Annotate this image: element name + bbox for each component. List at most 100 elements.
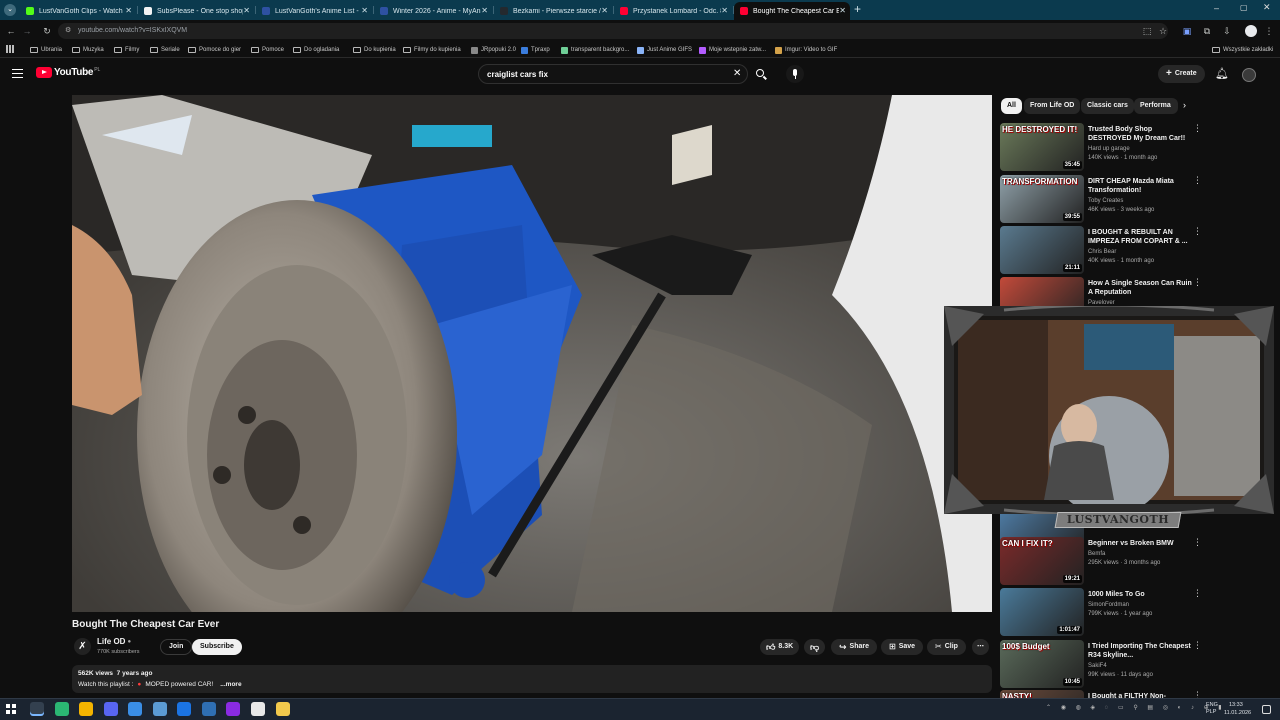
recommended-channel[interactable]: Hard up garage — [1088, 146, 1130, 152]
explorer-app-icon[interactable] — [276, 702, 290, 716]
recommended-title[interactable]: Beginner vs Broken BMW — [1088, 539, 1192, 548]
back-arrow-icon[interactable]: ← — [4, 24, 18, 38]
recommended-title[interactable]: Trusted Body Shop DESTROYED My Dream Car… — [1088, 125, 1192, 143]
tab-close-icon[interactable]: ✕ — [601, 6, 608, 15]
bookmark-item[interactable]: Filmy do kupienia — [403, 44, 461, 56]
chips-next-arrow-icon[interactable]: › — [1183, 100, 1186, 110]
tab-search-button[interactable]: ⌄ — [4, 4, 16, 16]
voice-search-button[interactable] — [786, 65, 804, 83]
browser-tab[interactable]: Bezkami - Pierwsze starcie / Th✕ — [494, 2, 612, 20]
address-bar[interactable]: ⚙ youtube.com/watch?v=ISKxIXQVM — [58, 23, 1168, 39]
bookmark-item[interactable]: Moje wstepnie zatw... — [699, 44, 766, 56]
filter-chip[interactable]: Performa — [1134, 98, 1178, 114]
more-vertical-icon[interactable]: ⋮ — [1193, 123, 1202, 134]
windows-start-icon[interactable] — [6, 704, 16, 714]
video-player[interactable] — [72, 95, 992, 612]
video-thumbnail[interactable]: HE DESTROYED IT! 35:45 — [1000, 123, 1084, 171]
share-button[interactable]: ↪ Share — [831, 639, 878, 655]
profile-avatar[interactable] — [1245, 25, 1257, 37]
video-thumbnail[interactable]: 21:11 — [1000, 226, 1084, 274]
subscribe-button[interactable]: Subscribe — [192, 639, 242, 655]
more-vertical-icon[interactable]: ⋮ — [1193, 588, 1202, 599]
browser-tab[interactable]: Przystanek Lombard - Odc. 87 ✕ — [614, 2, 732, 20]
like-button[interactable]: 👍︎ 8.3K — [760, 639, 800, 655]
clear-search-icon[interactable]: ✕ — [733, 68, 741, 79]
recommended-video[interactable]: TRANSFORMATION 39:55 DIRT CHEAP Mazda Miat… — [1000, 175, 1270, 223]
chrome-app-icon[interactable] — [30, 702, 44, 716]
recommended-video[interactable]: HE DESTROYED IT! 35:45 Trusted Body Shop D… — [1000, 123, 1270, 171]
filter-chip[interactable]: All — [1001, 98, 1022, 114]
downloads-icon[interactable]: ⇩ — [1220, 24, 1234, 38]
more-vertical-icon[interactable]: ⋮ — [1193, 690, 1202, 698]
recommended-video[interactable]: NASTY!I Bought a FILTHY Non-Running⋮ — [1000, 690, 1270, 698]
filter-chip[interactable]: From Life OD — [1024, 98, 1081, 114]
more-vertical-icon[interactable]: ⋮ — [1193, 640, 1202, 651]
recommended-title[interactable]: DIRT CHEAP Mazda Miata Transformation! — [1088, 177, 1192, 195]
bookmark-item[interactable]: Ubrania — [30, 44, 62, 56]
more-vertical-icon[interactable]: ⋮ — [1193, 226, 1202, 237]
join-button[interactable]: Join — [160, 639, 193, 655]
recommended-channel[interactable]: Chris Bear — [1088, 249, 1116, 255]
github-app-icon[interactable] — [251, 702, 265, 716]
tab-close-icon[interactable]: ✕ — [721, 6, 728, 15]
bookmark-item[interactable]: Pomoce do gier — [188, 44, 241, 56]
more-vertical-icon[interactable]: ⋮ — [1193, 277, 1202, 288]
maximize-button[interactable]: ▢ — [1240, 3, 1248, 12]
discord-app-icon[interactable] — [104, 702, 118, 716]
recommended-channel[interactable]: Toby Creates — [1088, 198, 1123, 204]
recommended-channel[interactable]: SimonFordman — [1088, 602, 1129, 608]
notifications-bell-icon[interactable]: 🔔︎ — [1215, 67, 1229, 80]
extension-icon[interactable]: ▣ — [1180, 24, 1194, 38]
video-thumbnail[interactable]: TRANSFORMATION 39:55 — [1000, 175, 1084, 223]
steam-app-icon[interactable] — [177, 702, 191, 716]
dislike-button[interactable]: 👎︎ — [804, 639, 826, 655]
reload-icon[interactable]: ↻ — [40, 24, 54, 38]
keyboard-language[interactable]: ENG PLP — [1206, 702, 1218, 716]
more-actions-button[interactable]: ⋯ — [972, 639, 989, 655]
apps-grid-icon[interactable] — [6, 45, 14, 53]
recommended-channel[interactable]: Bemfa — [1088, 551, 1105, 557]
store-app-icon[interactable] — [128, 702, 142, 716]
bookmark-item[interactable]: Just Anime GIFS — [637, 44, 692, 56]
tab-close-icon[interactable]: ✕ — [839, 6, 846, 15]
bookmark-item[interactable]: Muzyka — [72, 44, 104, 56]
save-button[interactable]: ⊞ Save — [881, 639, 924, 655]
browser-tab[interactable]: LustVanGoth Clips - Watch Live✕ — [20, 2, 136, 20]
bookmark-item[interactable]: Do ogladania — [293, 44, 339, 56]
all-bookmarks-folder[interactable]: Wszystkie zakładki — [1212, 44, 1273, 56]
more-vertical-icon[interactable]: ⋮ — [1193, 175, 1202, 186]
forward-arrow-icon[interactable]: → — [20, 24, 34, 38]
video-thumbnail[interactable]: NASTY! — [1000, 690, 1084, 698]
recommended-channel[interactable]: SakiF4 — [1088, 663, 1107, 669]
recommended-title[interactable]: 1000 Miles To Go — [1088, 590, 1192, 599]
search-input[interactable]: craiglist cars fix — [478, 64, 748, 84]
bookmark-item[interactable]: Tpraxp — [521, 44, 550, 56]
hamburger-menu-icon[interactable] — [12, 69, 23, 78]
browser-tab[interactable]: SubsPlease - One stop shop fo✕ — [138, 2, 254, 20]
notification-icon[interactable] — [1262, 705, 1271, 714]
close-window-button[interactable]: ✕ — [1263, 2, 1271, 13]
clock-date[interactable]: 11.01.2026 — [1224, 710, 1251, 716]
account-avatar[interactable] — [1242, 68, 1256, 82]
recommended-video[interactable]: 21:11 I BOUGHT & REBUILT AN IMPREZA FROM … — [1000, 226, 1270, 274]
bookmark-item[interactable]: Imgur: Video to GIF — [775, 44, 837, 56]
extensions-puzzle-icon[interactable]: ⧉ — [1200, 24, 1214, 38]
edge-app-icon[interactable] — [153, 702, 167, 716]
bookmark-item[interactable]: Seriale — [150, 44, 180, 56]
bookmark-item[interactable]: Do kupienia — [353, 44, 396, 56]
new-tab-button[interactable]: + — [854, 2, 861, 16]
tab-close-icon[interactable]: ✕ — [361, 6, 368, 15]
description-box[interactable] — [72, 665, 992, 693]
terminal-app-icon[interactable] — [55, 702, 69, 716]
vlc-app-icon[interactable] — [202, 702, 216, 716]
recommended-title[interactable]: I BOUGHT & REBUILT AN IMPREZA FROM COPAR… — [1088, 228, 1192, 246]
bookmark-star-icon[interactable]: ☆ — [1156, 24, 1170, 38]
recommended-video[interactable]: 100$ Budget 10:45 I Tried Importing The Ch… — [1000, 640, 1270, 688]
channel-avatar[interactable]: ✗ — [74, 638, 91, 655]
bookmark-item[interactable]: Filmy — [114, 44, 139, 56]
clock-time[interactable]: 13:33 — [1229, 702, 1243, 708]
bookmark-item[interactable]: Pomoce — [251, 44, 284, 56]
browser-tab[interactable]: LustVanGoth's Anime List - My ✕ — [256, 2, 372, 20]
youtube-logo[interactable]: YouTube PL — [36, 67, 100, 78]
show-more-link[interactable]: ...more — [220, 681, 241, 688]
